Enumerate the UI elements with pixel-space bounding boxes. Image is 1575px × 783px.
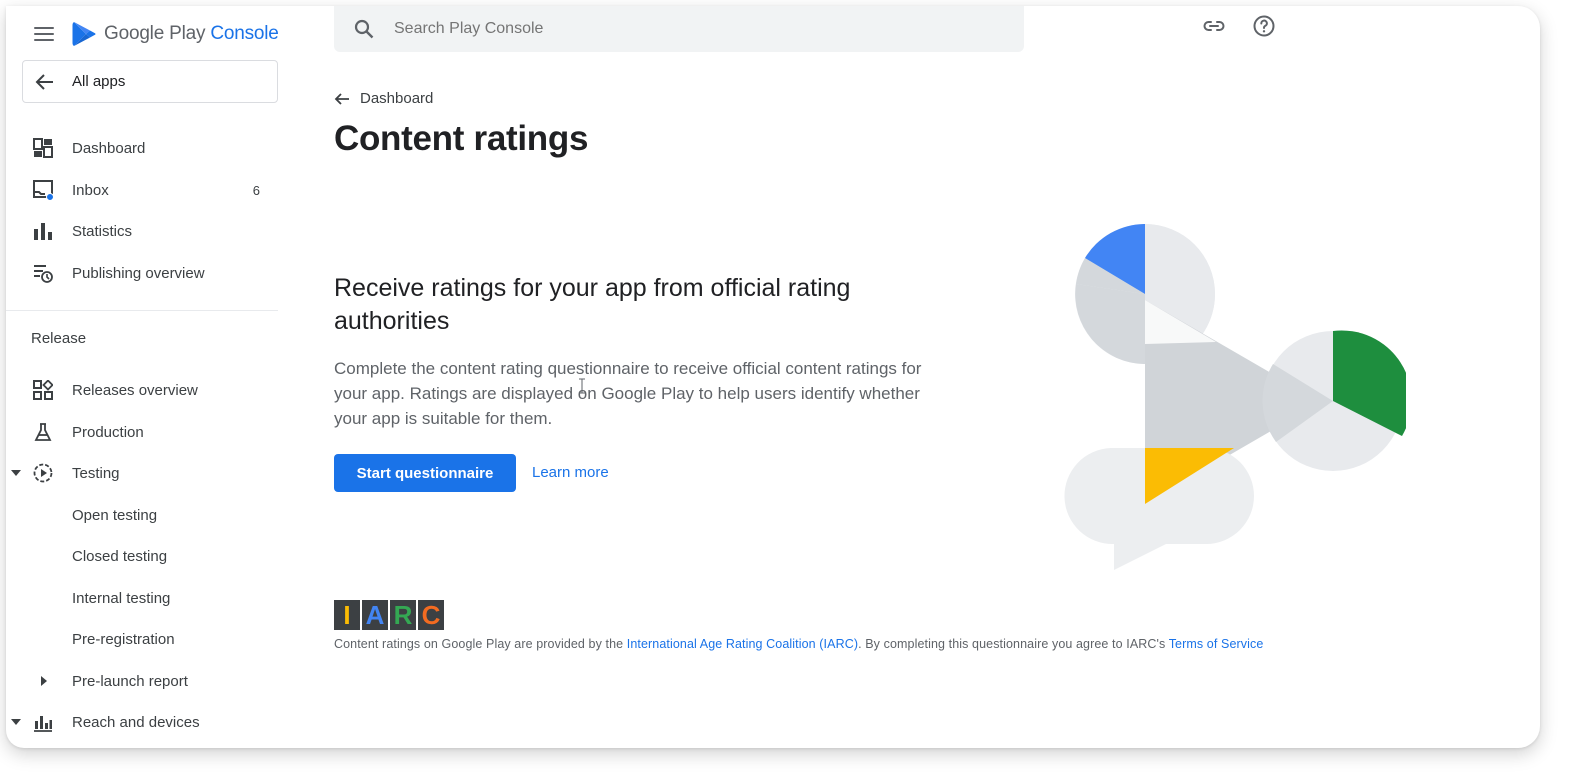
sidebar-item-label: Testing: [72, 464, 120, 482]
start-questionnaire-button[interactable]: Start questionnaire: [334, 454, 516, 492]
help-icon[interactable]: [1252, 14, 1276, 38]
text-cursor-icon: [579, 378, 585, 394]
sidebar-item-label: Statistics: [72, 222, 133, 240]
footer-middle: . By completing this questionnaire you a…: [858, 637, 1169, 651]
google-play-console-logo[interactable]: Google Play Console: [72, 21, 279, 47]
sidebar-item-dashboard[interactable]: Dashboard: [6, 130, 278, 166]
sidebar-item-label: Reach and devices: [72, 713, 200, 731]
statistics-icon: [34, 223, 52, 240]
page-title: Content ratings: [334, 119, 589, 158]
search-icon: [354, 19, 374, 39]
all-apps-label: All apps: [72, 73, 126, 90]
caret-right-icon[interactable]: [40, 676, 48, 686]
logo-row: Google Play Console: [34, 16, 279, 52]
footer-prefix: Content ratings on Google Play are provi…: [334, 637, 627, 651]
sidebar-item-label: Releases overview: [72, 381, 198, 399]
dashboard-icon: [33, 138, 53, 158]
sidebar-item-reach-and-devices[interactable]: Reach and devices: [6, 704, 278, 740]
releases-overview-icon: [33, 380, 53, 400]
back-to-dashboard-link[interactable]: Dashboard: [334, 90, 433, 107]
sidebar-item-label: Pre-registration: [72, 630, 175, 648]
sidebar-item-label: Inbox: [72, 181, 109, 199]
sidebar-item-statistics[interactable]: Statistics: [6, 213, 278, 249]
iarc-disclaimer: Content ratings on Google Play are provi…: [334, 637, 1263, 651]
brand-console: Console: [210, 23, 279, 44]
arrow-back-icon: [334, 92, 349, 105]
link-icon[interactable]: [1202, 14, 1226, 38]
back-link-label: Dashboard: [360, 90, 434, 107]
sidebar-item-inbox[interactable]: Inbox 6: [6, 172, 278, 208]
all-apps-button[interactable]: All apps: [22, 60, 278, 103]
iarc-letter-a: A: [362, 600, 388, 630]
inbox-count-badge: 6: [252, 182, 260, 198]
app-window: Google Play Console All apps Dashboard I…: [6, 6, 1540, 748]
sidebar-item-label: Production: [72, 423, 144, 441]
caret-down-icon[interactable]: [11, 717, 21, 727]
sidebar-item-pre-registration[interactable]: Pre-registration: [6, 621, 278, 657]
brand-google-play: Google Play: [104, 23, 206, 44]
sidebar-item-internal-testing[interactable]: Internal testing: [6, 580, 278, 616]
iarc-link[interactable]: International Age Rating Coalition (IARC…: [627, 637, 858, 651]
content-ratings-illustration: [1064, 224, 1406, 570]
sidebar-item-closed-testing[interactable]: Closed testing: [6, 538, 278, 574]
publishing-overview-icon: [34, 265, 53, 283]
sidebar-item-label: Closed testing: [72, 547, 168, 565]
iarc-letter-c: C: [418, 600, 444, 630]
sidebar: Google Play Console All apps Dashboard I…: [6, 6, 286, 748]
sidebar-divider: [6, 310, 278, 311]
arrow-back-icon: [35, 73, 53, 90]
search-input[interactable]: [394, 20, 954, 38]
learn-more-link[interactable]: Learn more: [532, 464, 609, 481]
iarc-letter-i: I: [334, 600, 360, 630]
sidebar-item-testing[interactable]: Testing: [6, 455, 278, 491]
reach-devices-icon: [34, 716, 52, 732]
sidebar-item-pre-launch-report[interactable]: Pre-launch report: [6, 663, 278, 699]
terms-of-service-link[interactable]: Terms of Service: [1169, 637, 1264, 651]
iarc-logo: I A R C: [334, 600, 444, 630]
hero-title: Receive ratings for your app from offici…: [334, 274, 851, 335]
caret-down-icon[interactable]: [11, 468, 21, 478]
sidebar-item-releases-overview[interactable]: Releases overview: [6, 372, 278, 408]
hamburger-menu-icon[interactable]: [34, 24, 54, 44]
sidebar-item-label: Publishing overview: [72, 264, 205, 282]
testing-icon: [33, 463, 53, 483]
sidebar-item-label: Pre-launch report: [72, 672, 188, 690]
hero-description: Complete the content rating questionnair…: [334, 359, 922, 428]
inbox-icon: [33, 180, 53, 200]
sidebar-item-label: Dashboard: [72, 139, 146, 157]
iarc-letter-r: R: [390, 600, 416, 630]
sidebar-item-publishing-overview[interactable]: Publishing overview: [6, 255, 278, 291]
production-icon: [34, 423, 52, 441]
release-section-title: Release: [31, 330, 87, 347]
play-logo-icon: [72, 22, 96, 46]
sidebar-item-label: Internal testing: [72, 589, 171, 607]
sidebar-item-label: Open testing: [72, 506, 158, 524]
top-right-actions: [1202, 14, 1276, 38]
sidebar-item-open-testing[interactable]: Open testing: [6, 497, 278, 533]
search-bar[interactable]: [334, 6, 1024, 52]
sidebar-item-production[interactable]: Production: [6, 414, 278, 450]
